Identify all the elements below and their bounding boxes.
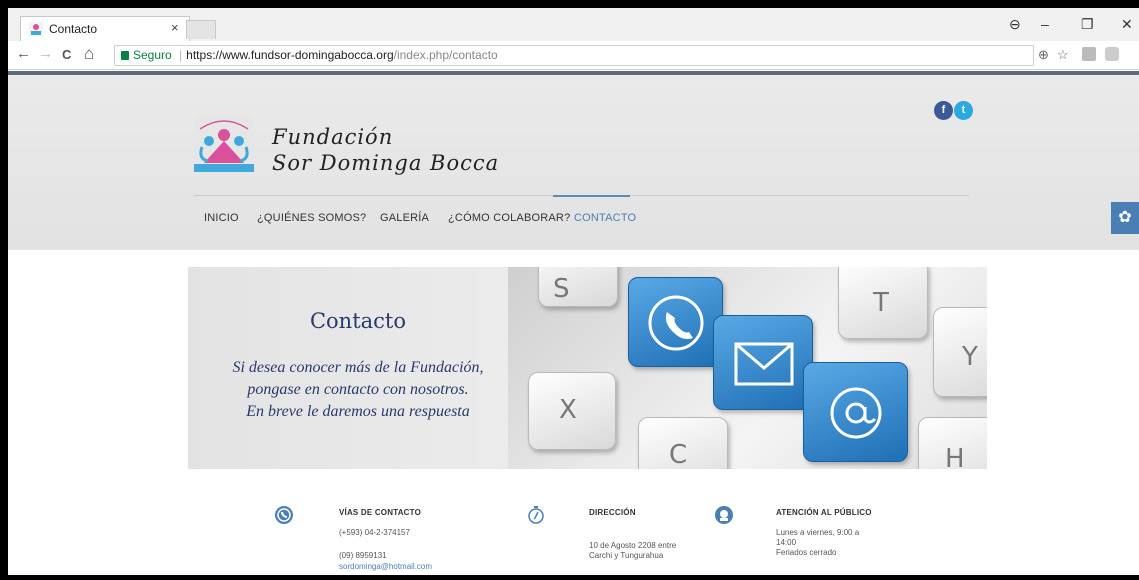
- contact-phone-2: (09) 8959131: [339, 551, 387, 560]
- key-s: S: [538, 267, 618, 307]
- banner-line-3: En breve le daremos una respuesta: [246, 403, 470, 420]
- hours-line-3: Feriados cerrado: [776, 548, 837, 557]
- brand-name-line2[interactable]: Sor Dominga Bocca: [272, 151, 499, 175]
- reload-button[interactable]: C: [62, 47, 71, 62]
- browser-window: Contacto × ⊖ – ❐ ✕ ← → C ⌂ Seguro | https…: [8, 8, 1139, 575]
- key-t: T: [838, 267, 928, 339]
- contact-info-section: VÍAS DE CONTACTO (+593) 04-2-374157 (09)…: [8, 491, 1139, 575]
- forward-button[interactable]: →: [38, 45, 53, 62]
- nav-active-indicator: [553, 195, 630, 197]
- key-h: H: [918, 417, 987, 469]
- contact-heading: VÍAS DE CONTACTO: [339, 508, 422, 517]
- secure-label: Seguro: [133, 48, 172, 62]
- url-path: /index.php/contacto: [393, 48, 498, 62]
- contact-banner: Contacto Si desea conocer más de la Fund…: [188, 267, 987, 469]
- address-bar[interactable]: Seguro | https://www.fundsor-domingabocca…: [114, 45, 1034, 66]
- hours-line-2: 14:00: [776, 538, 797, 547]
- lock-icon: [121, 51, 129, 60]
- address-heading: DIRECCIÓN: [589, 508, 636, 517]
- back-button[interactable]: ←: [16, 45, 31, 62]
- skype-extension-icon[interactable]: [1105, 47, 1119, 61]
- new-tab-button[interactable]: [186, 20, 216, 39]
- settings-gear-button[interactable]: ✿: [1111, 202, 1139, 234]
- compass-icon: [528, 506, 544, 524]
- tab-title: Contacto: [49, 22, 98, 36]
- address-line-2: Carchi y Tungurahua: [589, 551, 664, 560]
- at-key-icon: [803, 362, 908, 462]
- site-header: Fundación Sor Dominga Bocca f t INICIO ¿…: [8, 75, 1139, 250]
- key-x: X: [528, 372, 616, 450]
- person-icon: [715, 506, 733, 524]
- banner-text-panel: Contacto Si desea conocer más de la Fund…: [188, 267, 528, 469]
- banner-title: Contacto: [309, 309, 407, 333]
- keyboard-image: S T Y X C H: [508, 267, 987, 469]
- facebook-icon[interactable]: f: [934, 101, 953, 120]
- extension-icon[interactable]: [1082, 47, 1096, 61]
- web-page: Fundación Sor Dominga Bocca f t INICIO ¿…: [8, 71, 1139, 575]
- banner-line-2: pongase en contacto con nosotros.: [247, 381, 469, 398]
- zoom-icon[interactable]: ⊕: [1038, 47, 1049, 63]
- foundation-logo-icon[interactable]: [194, 115, 254, 173]
- banner-line-1: Si desea conocer más de la Fundación,: [232, 359, 484, 376]
- profile-icon[interactable]: ⊖: [1009, 16, 1021, 33]
- nav-item-como-colaborar[interactable]: ¿CÓMO COLABORAR?: [448, 212, 570, 224]
- hours-heading: ATENCIÓN AL PÚBLICO: [776, 508, 872, 517]
- phone-key-icon: [628, 277, 723, 367]
- key-y: Y: [933, 307, 987, 397]
- url-host: https://www.fundsor-domingabocca.org: [186, 48, 394, 62]
- home-button[interactable]: ⌂: [84, 44, 94, 64]
- twitter-icon[interactable]: t: [954, 101, 973, 120]
- contact-email-link[interactable]: sordominga@hotmail.com: [339, 562, 432, 571]
- restore-button[interactable]: ❐: [1081, 16, 1094, 33]
- address-line-1: 10 de Agosto 2208 entre: [589, 541, 677, 550]
- contact-phone-1: (+593) 04-2-374157: [339, 528, 410, 537]
- brand-name-line1[interactable]: Fundación: [272, 125, 393, 149]
- nav-item-inicio[interactable]: INICIO: [204, 212, 239, 224]
- tab-close-icon[interactable]: ×: [171, 20, 179, 35]
- tab-contacto[interactable]: Contacto ×: [20, 16, 190, 41]
- bookmark-star-icon[interactable]: ☆: [1057, 47, 1069, 63]
- tab-strip: Contacto × ⊖ – ❐ ✕: [8, 8, 1139, 41]
- browser-toolbar: ← → C ⌂ Seguro | https://www.fundsor-domi…: [8, 41, 1139, 70]
- favicon-icon: [29, 22, 43, 36]
- minimize-button[interactable]: –: [1041, 16, 1049, 32]
- nav-item-quienes-somos[interactable]: ¿QUIÉNES SOMOS?: [257, 212, 366, 224]
- phone-icon: [275, 506, 293, 524]
- nav-item-contacto[interactable]: CONTACTO: [574, 212, 636, 224]
- divider: |: [179, 48, 183, 62]
- key-c: C: [638, 417, 728, 469]
- mail-key-icon: [713, 315, 813, 410]
- hours-line-1: Lunes a viernes, 9:00 a: [776, 528, 860, 537]
- close-window-button[interactable]: ✕: [1121, 16, 1133, 33]
- nav-item-galeria[interactable]: GALERÍA: [380, 212, 429, 224]
